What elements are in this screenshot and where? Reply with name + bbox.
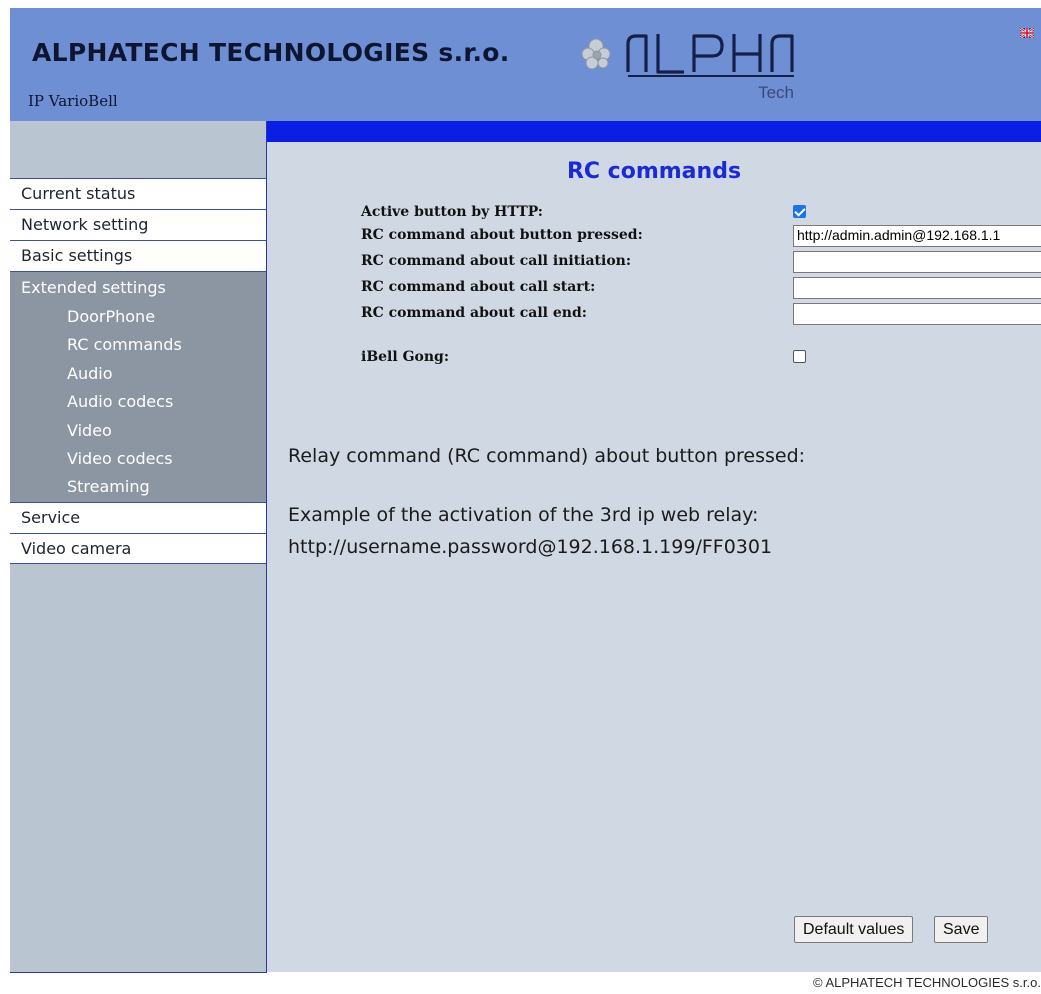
uk-flag-icon[interactable] [1020, 28, 1034, 38]
label-active-button: Active button by HTTP: [361, 204, 543, 220]
sidebar-sub-streaming[interactable]: Streaming [10, 473, 266, 501]
sidebar-item-basic-settings[interactable]: Basic settings [10, 240, 266, 271]
default-values-button[interactable]: Default values [794, 916, 914, 943]
label-ibell-gong: iBell Gong: [361, 349, 449, 365]
button-pressed-input[interactable]: http://admin.admin@192.168.1.1 [793, 225, 1041, 247]
page-frame: ALPHATECH TECHNOLOGIES s.r.o. IP VarioBe… [10, 8, 1041, 974]
help-line-2: Example of the activation of the 3rd ip … [288, 504, 759, 526]
call-initiation-input[interactable] [793, 251, 1041, 273]
sidebar: Current status Network setting Basic set… [10, 121, 267, 973]
save-button[interactable]: Save [934, 916, 989, 943]
product-name: IP VarioBell [28, 92, 118, 110]
sidebar-sub-audio-codecs[interactable]: Audio codecs [10, 388, 266, 416]
footer-copyright: © ALPHATECH TECHNOLOGIES s.r.o. [813, 975, 1041, 990]
label-call-start: RC command about call start: [361, 279, 596, 295]
active-button-checkbox[interactable] [793, 205, 806, 218]
sidebar-item-network-setting[interactable]: Network setting [10, 209, 266, 240]
sidebar-item-current-status[interactable]: Current status [10, 178, 266, 209]
help-line-3: http://username.password@192.168.1.199/F… [288, 536, 773, 558]
call-start-input[interactable] [793, 277, 1041, 299]
sidebar-sub-doorphone[interactable]: DoorPhone [10, 303, 266, 331]
company-name: ALPHATECH TECHNOLOGIES s.r.o. [32, 38, 510, 67]
page-title: RC commands [566, 159, 742, 184]
sidebar-group-extended-settings: Extended settings DoorPhone RC commands … [10, 271, 266, 502]
sidebar-item-extended-settings[interactable]: Extended settings [10, 272, 266, 303]
sidebar-item-service[interactable]: Service [10, 501, 266, 533]
sidebar-item-video-camera[interactable]: Video camera [10, 532, 266, 564]
label-button-pressed: RC command about button pressed: [361, 227, 643, 243]
sidebar-sub-audio[interactable]: Audio [10, 360, 266, 388]
main-content: RC commands Active button by HTTP: RC co… [267, 121, 1041, 972]
alphatech-logo: Tech [581, 34, 794, 102]
logo-emblem-icon [581, 38, 611, 70]
sidebar-sub-video[interactable]: Video [10, 417, 266, 445]
label-call-end: RC command about call end: [361, 305, 587, 321]
sidebar-sub-video-codecs[interactable]: Video codecs [10, 445, 266, 473]
help-line-1: Relay command (RC command) about button … [288, 445, 806, 467]
sidebar-sub-rc-commands[interactable]: RC commands [10, 331, 266, 359]
call-end-input[interactable] [793, 303, 1041, 325]
label-call-initiation: RC command about call initiation: [361, 253, 632, 269]
header: ALPHATECH TECHNOLOGIES s.r.o. IP VarioBe… [10, 8, 1041, 122]
accent-bar [267, 121, 1041, 142]
ibell-gong-checkbox[interactable] [793, 350, 806, 363]
logo-subtext: Tech [758, 83, 794, 102]
